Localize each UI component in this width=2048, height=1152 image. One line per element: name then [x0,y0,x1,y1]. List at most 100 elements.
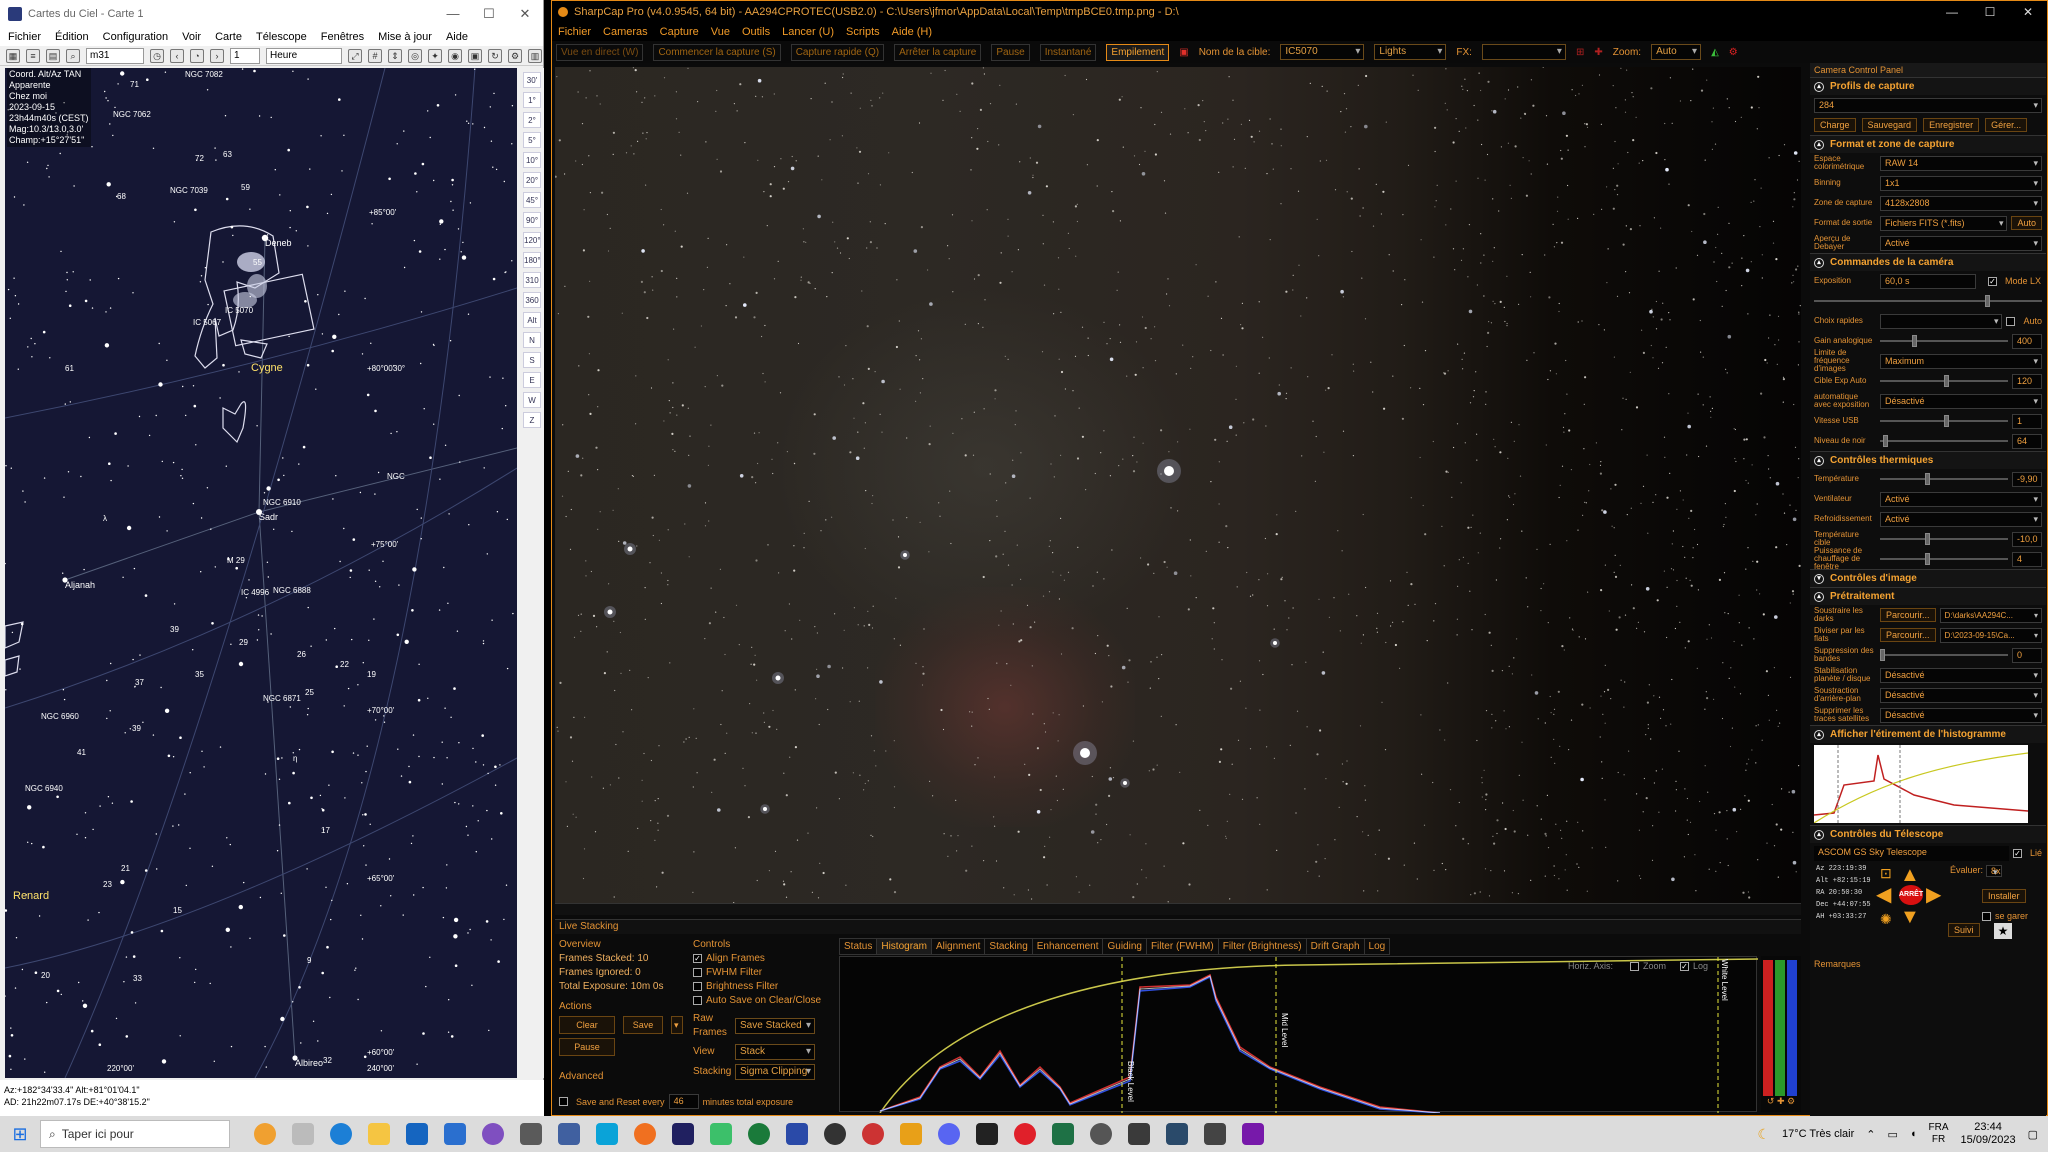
setting-value[interactable]: -9,90 [2012,471,2042,487]
app-icon[interactable] [482,1123,504,1145]
menu-capture[interactable]: Capture [660,26,699,38]
setting-slider[interactable] [1880,435,2008,447]
histogram-stretch-header[interactable]: ▴ Afficher l'étirement de l'histogramme [1810,725,2046,743]
histogram-view[interactable]: Black Level Mid Level White Level Horiz.… [839,956,1758,1113]
terminal-icon[interactable] [976,1123,998,1145]
move-north-icon[interactable]: ▲ [1900,865,1920,885]
tab-alignment[interactable]: Alignment [930,938,986,955]
star-icon[interactable]: ✦ [428,48,442,63]
zoom-checkbox[interactable] [1630,962,1639,972]
stop-capture-button[interactable]: Arrêter la capture [894,43,982,61]
setting-select[interactable]: Désactivé [1880,707,2042,723]
object-label[interactable]: NGC 7082 [185,70,223,79]
setting-slider[interactable] [1880,375,2008,387]
app-icon[interactable] [1128,1123,1150,1145]
collapse-icon[interactable]: ▴ [1814,139,1824,150]
zoom-select[interactable]: Auto [1651,44,1702,60]
crosshair-icon[interactable]: ⊞ [1576,47,1584,58]
calendar-icon[interactable]: ▦ [6,48,20,63]
object-label[interactable]: 72 [195,154,204,163]
pause-button[interactable]: Pause [991,43,1030,61]
menu-fichier[interactable]: Fichier [558,26,591,38]
field-tool-button[interactable]: 5° [523,132,541,148]
clock-icon[interactable]: ◷ [150,48,164,63]
field-tool-button[interactable]: 20° [523,172,541,188]
collapse-icon[interactable]: ▴ [1814,455,1824,466]
object-label[interactable]: NGC 6960 [41,712,79,721]
setting-select[interactable]: Fichiers FITS (*.fits) [1880,215,2008,231]
cortana-icon[interactable] [254,1123,276,1145]
slider-thumb[interactable] [1924,553,1930,565]
calculator-icon[interactable] [558,1123,580,1145]
setting-value[interactable]: 120 [2012,373,2042,389]
save-profile-button[interactable]: Sauvegard [1861,118,1918,132]
app-icon[interactable] [710,1123,732,1145]
app-icon[interactable] [748,1123,770,1145]
time-icon[interactable]: ◔ [190,48,204,63]
excel-icon[interactable] [1052,1123,1074,1145]
object-label[interactable]: λ [103,514,107,523]
file-select[interactable]: D:\darks\AA294C... [1939,607,2042,623]
object-label[interactable]: 21 [121,864,130,873]
setting-value[interactable]: 0 [2012,647,2042,663]
menu-telescope[interactable]: Télescope [256,31,307,43]
object-label[interactable]: 19 [367,670,376,679]
zoom-fit-icon[interactable]: ⤢ [348,48,362,63]
star-name-label[interactable]: Deneb [265,238,292,248]
object-label[interactable]: 68 [117,192,126,201]
auto-save-option[interactable]: Auto Save on Clear/Close [693,994,833,1008]
setting-slider[interactable] [1880,473,2008,485]
app-icon[interactable] [1090,1123,1112,1145]
park-checkbox[interactable] [1982,912,1991,922]
menu-aide[interactable]: Aide [446,31,468,43]
menu-outils[interactable]: Outils [742,26,770,38]
object-label[interactable]: η [293,754,297,763]
stop-button[interactable]: ARRÊT [1899,885,1923,905]
raw-frames-select[interactable]: Save Stacked [735,1018,815,1034]
object-label[interactable]: 55 [253,258,262,267]
field-tool-button[interactable]: 45° [523,192,541,208]
star-icon[interactable]: ★ [1994,923,2012,939]
field-tool-button[interactable]: 310 [523,272,541,288]
object-label[interactable]: 20 [41,971,50,980]
camera-header[interactable]: ▴ Commandes de la caméra [1810,253,2046,271]
language-indicator[interactable]: FRA FR [1929,1122,1949,1146]
store-icon[interactable] [406,1123,428,1145]
field-tool-button[interactable]: 2° [523,112,541,128]
settings-icon[interactable]: ⚙ [508,48,522,63]
object-label[interactable]: IC 5067 [193,318,221,327]
fx-select[interactable] [1481,44,1566,60]
clear-button[interactable]: Clear [559,1016,615,1034]
collapse-icon[interactable]: ▴ [1814,257,1824,268]
menu-configuration[interactable]: Configuration [103,31,168,43]
slider-thumb[interactable] [1912,335,1917,347]
star-name-label[interactable]: Albireo [295,1058,323,1068]
tab-drift-graph[interactable]: Drift Graph [1305,938,1365,955]
follow-button[interactable]: Suivi [1948,923,1980,937]
rate-select[interactable]: 8x [1986,865,2002,877]
file-select[interactable]: D:\2023-09-15\Ca... [1939,627,2042,643]
maximize-icon[interactable]: ☐ [1971,5,2009,19]
weather-text[interactable]: 17°C Très clair [1782,1128,1854,1140]
object-label[interactable]: 63 [223,150,232,159]
slider-thumb[interactable] [1882,435,1888,447]
object-label[interactable]: 15 [173,906,182,915]
tab-stacking[interactable]: Stacking [984,938,1033,955]
app-icon[interactable] [862,1123,884,1145]
setting-slider[interactable] [1880,335,2008,347]
field-tool-button[interactable]: 360 [523,292,541,308]
image-controls-header[interactable]: ▾ Contrôles d'image [1810,569,2046,587]
tray-chevron-icon[interactable]: ⌃ [1866,1128,1875,1141]
object-label[interactable]: 33 [133,974,142,983]
network-icon[interactable]: ▭ [1887,1128,1897,1141]
profiles-header[interactable]: ▴ Profils de capture [1810,77,2046,95]
save-dropdown-icon[interactable]: ▾ [671,1016,683,1034]
auto-save-checkbox[interactable] [693,995,702,1005]
object-label[interactable]: 26 [297,650,306,659]
target-input[interactable]: IC5070 [1280,44,1365,60]
save-button[interactable]: Save [623,1016,663,1034]
stack-button[interactable]: Empilement [1106,43,1170,61]
auto-exposure-checkbox[interactable] [2006,316,2016,326]
profile-select[interactable]: 284 [1814,97,2042,113]
object-label[interactable]: 22 [340,660,349,669]
